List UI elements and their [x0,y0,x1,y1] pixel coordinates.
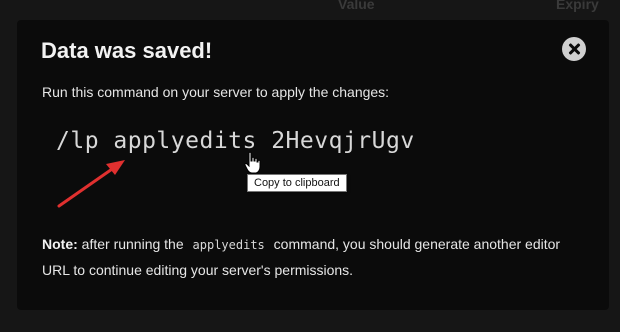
note-text-before: after running the [77,236,188,252]
modal-title: Data was saved! [41,38,213,63]
command-text[interactable]: /lp applyedits 2HevqjrUgv [56,128,415,154]
note-code: applyedits [192,238,265,252]
value-column-header: Value [338,0,375,12]
saved-modal: Data was saved! Run this command on your… [17,20,609,310]
note-label: Note: [42,236,78,252]
copy-tooltip: Copy to clipboard [247,174,347,192]
instruction-text: Run this command on your server to apply… [42,84,390,100]
background-table-header: Value Expiry [0,0,620,20]
close-button[interactable] [562,37,586,61]
expiry-column-header: Expiry [556,0,599,12]
hand-cursor-icon [244,151,261,174]
note-text: Note: after running the applyedits comma… [42,232,582,283]
arrow-icon [57,160,125,208]
close-icon [568,43,580,55]
